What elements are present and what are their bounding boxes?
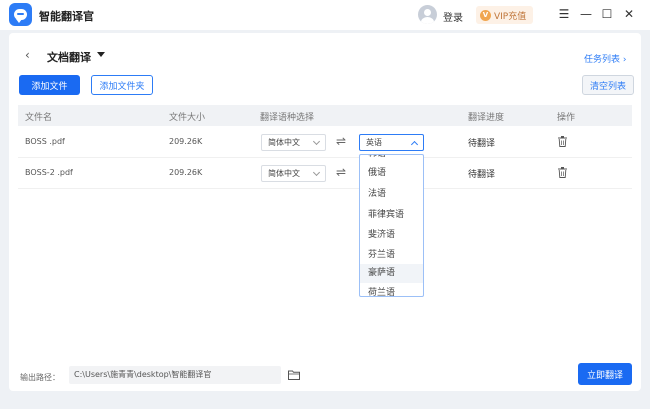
- language-option[interactable]: 豪萨语: [360, 264, 423, 283]
- language-option[interactable]: 斐济语: [360, 226, 423, 245]
- table-header: 文件名 文件大小 翻译语种选择 翻译进度 操作: [18, 105, 632, 126]
- maximize-button[interactable]: ☐: [599, 6, 615, 22]
- login-link[interactable]: 登录: [443, 9, 463, 24]
- close-button[interactable]: ✕: [621, 6, 637, 22]
- source-language-select[interactable]: 简体中文: [261, 165, 326, 182]
- table-row: BOSS .pdf 209.26K 简体中文 ⇌ 英语 待翻译: [18, 127, 632, 158]
- minimize-button[interactable]: —: [578, 6, 594, 22]
- output-path-field[interactable]: C:\Users\施青青\desktop\智能翻译官: [69, 366, 281, 384]
- output-path-label: 输出路径：: [20, 373, 60, 382]
- language-option[interactable]: 俄语: [360, 164, 423, 183]
- vip-label: VIP充值: [494, 11, 527, 22]
- table-row: BOSS-2 .pdf 209.26K 简体中文 ⇌ 待翻译: [18, 158, 632, 189]
- swap-languages-icon[interactable]: ⇌: [336, 165, 346, 179]
- file-name: BOSS-2 .pdf: [25, 168, 73, 177]
- target-language-dropdown[interactable]: 韩语 俄语 法语 菲律宾语 斐济语 芬兰语 豪萨语 荷兰语: [359, 154, 424, 297]
- page-title[interactable]: 文档翻译: [47, 49, 91, 65]
- translation-status: 待翻译: [468, 139, 496, 149]
- column-header-actions: 操作: [557, 113, 576, 123]
- app-title: 智能翻译官: [39, 10, 94, 23]
- title-dropdown-caret-icon[interactable]: [97, 52, 105, 57]
- language-option[interactable]: 韩语: [360, 155, 423, 164]
- chevron-down-icon: [312, 137, 321, 146]
- translation-status: 待翻译: [468, 170, 496, 180]
- title-bar: 智能翻译官 登录 V VIP充值 ☰ — ☐ ✕: [0, 0, 650, 30]
- trash-icon[interactable]: [558, 167, 567, 178]
- chevron-up-icon: [410, 140, 419, 149]
- column-header-size: 文件大小: [169, 113, 206, 123]
- chevron-down-icon: [312, 168, 321, 177]
- back-button[interactable]: ‹: [25, 48, 30, 62]
- folder-icon[interactable]: [288, 370, 300, 380]
- language-option[interactable]: 荷兰语: [360, 284, 423, 296]
- language-option[interactable]: 法语: [360, 185, 423, 204]
- main-panel: ‹ 文档翻译 任务列表 › 添加文件 添加文件夹 清空列表 文件名 文件大小 翻…: [9, 33, 641, 391]
- task-list-link[interactable]: 任务列表 ›: [584, 52, 626, 65]
- column-header-progress: 翻译进度: [468, 113, 505, 123]
- menu-icon[interactable]: ☰: [556, 6, 572, 22]
- trash-icon[interactable]: [558, 136, 567, 147]
- avatar[interactable]: [418, 5, 437, 24]
- source-language-select[interactable]: 简体中文: [261, 134, 326, 151]
- file-name: BOSS .pdf: [25, 137, 65, 146]
- target-language-select[interactable]: 英语: [359, 134, 424, 151]
- translate-now-button[interactable]: 立即翻译: [578, 363, 632, 385]
- app-logo-icon: [9, 3, 32, 26]
- file-size: 209.26K: [169, 137, 203, 146]
- add-file-button[interactable]: 添加文件: [19, 75, 80, 95]
- swap-languages-icon[interactable]: ⇌: [336, 134, 346, 148]
- add-folder-button[interactable]: 添加文件夹: [91, 75, 153, 95]
- vip-recharge-button[interactable]: V VIP充值: [476, 6, 533, 24]
- language-option[interactable]: 菲律宾语: [360, 206, 423, 225]
- column-header-language: 翻译语种选择: [260, 113, 315, 123]
- target-language-value: 英语: [366, 138, 382, 147]
- vip-crown-icon: V: [480, 9, 491, 21]
- column-header-filename: 文件名: [25, 113, 53, 123]
- source-language-value: 简体中文: [268, 138, 300, 147]
- clear-list-button[interactable]: 清空列表: [582, 75, 634, 95]
- source-language-value: 简体中文: [268, 169, 300, 178]
- file-size: 209.26K: [169, 168, 203, 177]
- language-option[interactable]: 芬兰语: [360, 246, 423, 265]
